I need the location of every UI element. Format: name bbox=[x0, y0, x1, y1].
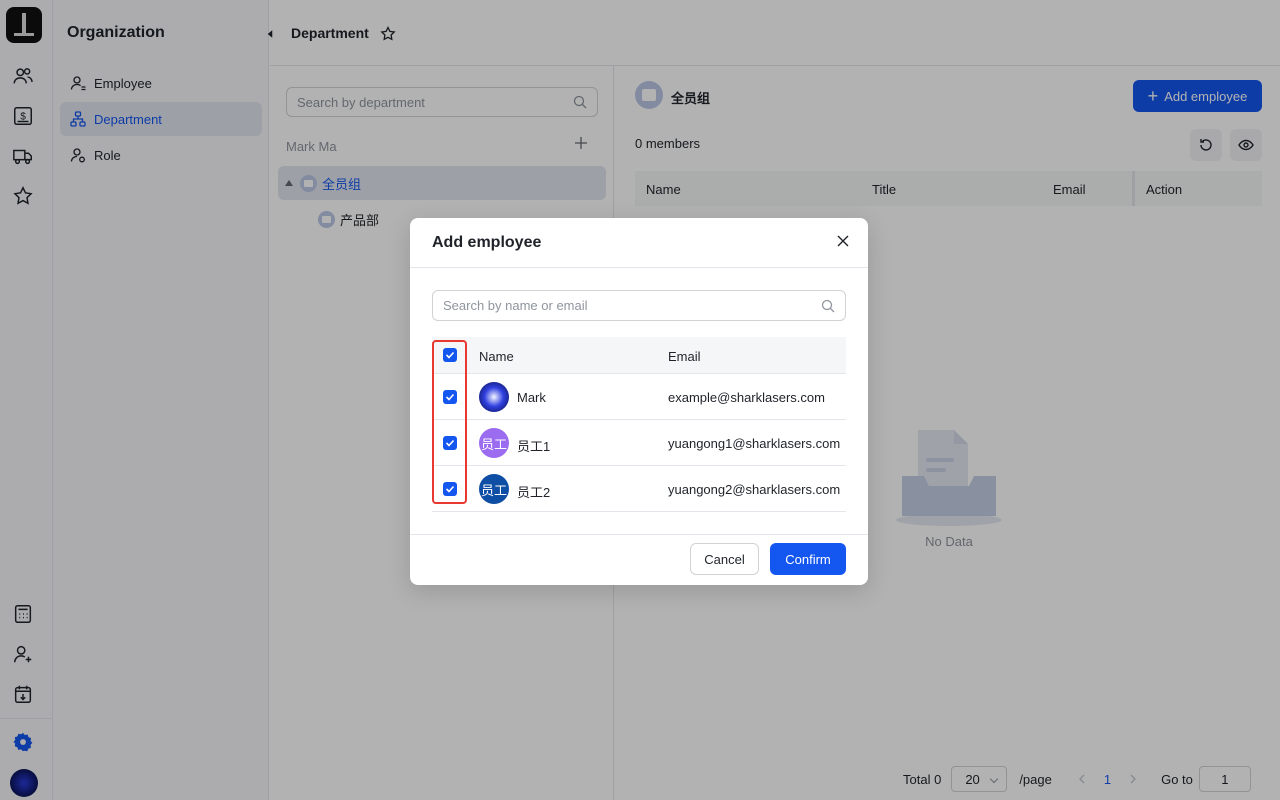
employee-name: 员工1 bbox=[517, 439, 551, 454]
employee-email: yuangong1@sharklasers.com bbox=[668, 436, 841, 451]
check-icon bbox=[445, 485, 455, 493]
close-icon[interactable] bbox=[836, 234, 850, 248]
search-icon bbox=[821, 299, 835, 312]
avatar: 员工 bbox=[479, 428, 509, 458]
dialog-title: Add employee bbox=[432, 234, 542, 251]
avatar bbox=[479, 382, 509, 412]
table-row[interactable]: 员工 员工1 yuangong1@sharklasers.com bbox=[432, 420, 846, 466]
row-checkbox[interactable] bbox=[443, 482, 457, 496]
table-row[interactable]: 员工 员工2 yuangong2@sharklasers.com bbox=[432, 466, 846, 512]
select-all-checkbox[interactable] bbox=[443, 348, 457, 362]
check-icon bbox=[445, 439, 455, 447]
employee-table: Name Email Mark example@sharklasers.com … bbox=[432, 337, 846, 512]
check-icon bbox=[445, 351, 455, 359]
employee-search-input[interactable] bbox=[443, 298, 821, 313]
employee-table-header: Name Email bbox=[432, 337, 846, 374]
employee-search bbox=[432, 290, 846, 321]
column-name: Name bbox=[479, 349, 514, 364]
table-row[interactable]: Mark example@sharklasers.com bbox=[432, 374, 846, 420]
employee-name: Mark bbox=[517, 390, 546, 405]
dialog-header: Add employee bbox=[410, 218, 868, 268]
employee-email: example@sharklasers.com bbox=[668, 390, 825, 405]
add-employee-dialog: Add employee Name Email Mark example@sha… bbox=[410, 218, 868, 585]
check-icon bbox=[445, 393, 455, 401]
avatar: 员工 bbox=[479, 474, 509, 504]
confirm-button[interactable]: Confirm bbox=[770, 543, 846, 575]
employee-email: yuangong2@sharklasers.com bbox=[668, 482, 841, 497]
cancel-button[interactable]: Cancel bbox=[690, 543, 759, 575]
employee-name: 员工2 bbox=[517, 485, 551, 500]
row-checkbox[interactable] bbox=[443, 436, 457, 450]
column-email: Email bbox=[668, 349, 701, 364]
row-checkbox[interactable] bbox=[443, 390, 457, 404]
